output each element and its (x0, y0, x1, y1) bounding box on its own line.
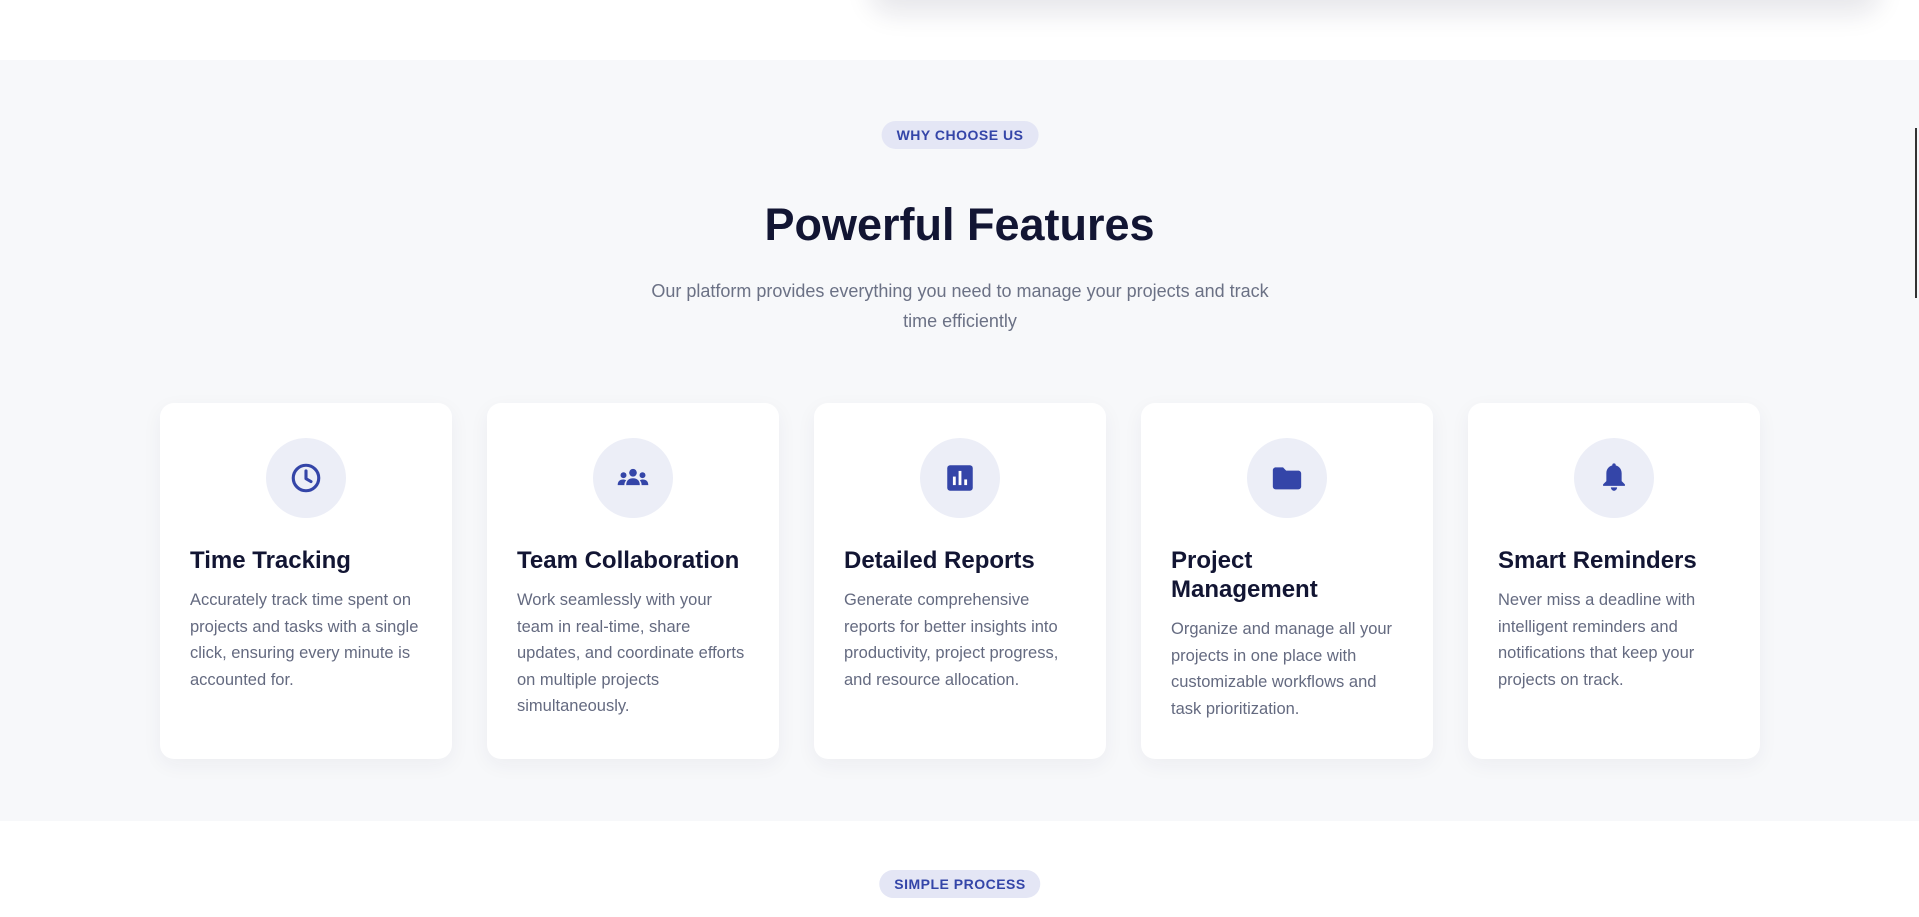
feature-description: Work seamlessly with your team in real-t… (517, 591, 745, 715)
feature-card-smart-reminders: Smart Reminders Never miss a deadline wi… (1468, 403, 1760, 759)
feature-card-team-collaboration: Team Collaboration Work seamlessly with … (487, 403, 779, 759)
feature-cards: Time Tracking Accurately track time spen… (160, 403, 1760, 759)
clock-icon (266, 438, 346, 518)
folder-icon (1247, 438, 1327, 518)
feature-title: Detailed Reports (844, 547, 1035, 574)
process-section-badge: SIMPLE PROCESS (879, 870, 1041, 898)
top-section (0, 0, 1919, 60)
feature-description: Accurately track time spent on projects … (190, 591, 419, 689)
feature-title: Project Management (1171, 547, 1318, 603)
team-icon (593, 438, 673, 518)
feature-description: Generate comprehensive reports for bette… (844, 591, 1059, 689)
feature-card-time-tracking: Time Tracking Accurately track time spen… (160, 403, 452, 759)
feature-title: Smart Reminders (1498, 547, 1697, 574)
bell-icon (1574, 438, 1654, 518)
section-subtitle: Our platform provides everything you nee… (651, 281, 1269, 331)
section-title: Powerful Features (764, 199, 1155, 250)
section-badge: WHY CHOOSE US (881, 121, 1039, 149)
bar-chart-icon (920, 438, 1000, 518)
feature-title: Time Tracking (190, 547, 351, 574)
features-section: WHY CHOOSE US Powerful Features Our plat… (0, 60, 1919, 821)
page: WHY CHOOSE US Powerful Features Our plat… (0, 0, 1919, 917)
feature-title: Team Collaboration (517, 547, 740, 574)
feature-card-project-management: Project Management Organize and manage a… (1141, 403, 1433, 759)
feature-description: Organize and manage all your projects in… (1171, 620, 1393, 718)
feature-description: Never miss a deadline with intelligent r… (1498, 591, 1696, 689)
feature-card-detailed-reports: Detailed Reports Generate comprehensive … (814, 403, 1106, 759)
scrollbar-thumb[interactable] (1915, 128, 1917, 298)
